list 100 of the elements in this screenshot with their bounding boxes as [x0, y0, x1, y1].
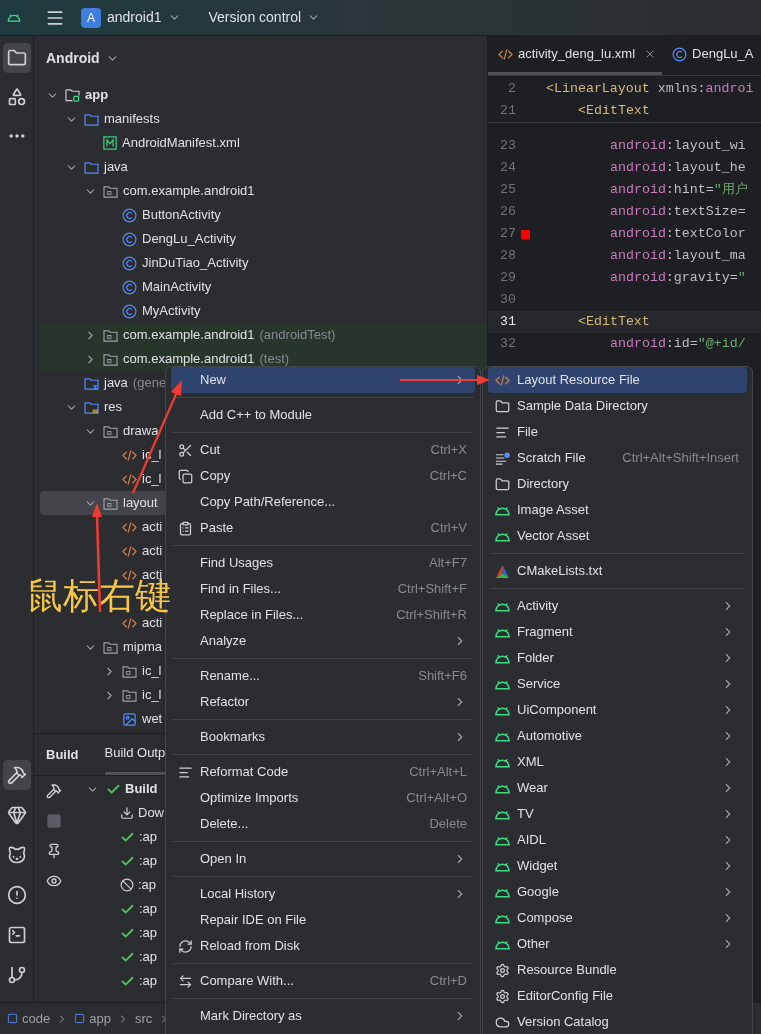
build-step: :ap	[139, 827, 158, 847]
menu-label: Open In	[200, 850, 247, 869]
code-line: android:layout_ma	[610, 247, 746, 266]
tree-label: layout	[123, 494, 158, 513]
shortcut-text: Ctrl+D	[429, 972, 467, 991]
menu-label: Replace in Files...	[200, 606, 304, 625]
line-number: 23	[499, 137, 516, 156]
menu-label: Analyze	[200, 632, 247, 651]
tree-label: res	[104, 398, 123, 417]
code-line: android:layout_he	[610, 159, 746, 178]
code-line: android:textColor	[610, 225, 746, 244]
menu-label: Folder	[517, 649, 554, 668]
line-number: 26	[499, 203, 516, 222]
menu-label: CMakeLists.txt	[517, 562, 603, 581]
menu-label: Find in Files...	[200, 580, 281, 599]
menu-label: Wear	[517, 779, 548, 798]
menu-label: Sample Data Directory	[517, 397, 648, 416]
shortcut-text: Shift+F6	[418, 667, 467, 686]
line-number: 27	[499, 225, 516, 244]
menu-label: Optimize Imports	[200, 789, 299, 808]
line-number: 2	[507, 80, 516, 99]
menu-label: Add C++ to Module	[200, 406, 313, 425]
menu-label: Reformat Code	[200, 763, 289, 782]
shortcut-text: Alt+F7	[429, 554, 467, 573]
shortcut-text: Ctrl+Shift+R	[396, 606, 467, 625]
menu-label: Refactor	[200, 693, 250, 712]
tree-suffix: (gene	[132, 374, 167, 393]
tree-label: ic_l	[142, 470, 162, 489]
menu-label: Repair IDE on File	[200, 911, 307, 930]
tree-suffix: (test)	[259, 350, 290, 369]
tree-label: wet	[142, 710, 163, 729]
build-step: :ap	[139, 947, 158, 967]
shortcut-text: Ctrl+V	[430, 519, 467, 538]
menu-label: Reload from Disk	[200, 937, 300, 956]
shortcut-text: Ctrl+C	[429, 467, 467, 486]
code-line: <EditText	[578, 102, 650, 121]
tree-label: java	[104, 158, 128, 177]
shortcut-text: Ctrl+Alt+L	[409, 763, 467, 782]
menu-label: Bookmarks	[200, 728, 266, 747]
line-number: 28	[499, 247, 516, 266]
menu-label: UiComponent	[517, 701, 597, 720]
code-line: android:textSize=	[610, 203, 746, 222]
tree-label: acti	[142, 614, 163, 633]
menu-label: Fragment	[517, 623, 573, 642]
build-step: Dow	[138, 803, 164, 823]
tree-label: ic_l	[142, 662, 162, 681]
line-number: 31	[499, 313, 516, 332]
menu-label: Vector Asset	[517, 527, 590, 546]
menu-label: Find Usages	[200, 554, 273, 573]
tree-label: mipma	[123, 638, 162, 657]
menu-label: New	[200, 371, 226, 390]
tree-label: app	[85, 86, 109, 105]
menu-label: EditorConfig File	[517, 987, 614, 1006]
shortcut-text: Delete	[429, 815, 467, 834]
menu-label: Google	[517, 883, 559, 902]
menu-label: Copy	[200, 467, 231, 486]
tree-label: JinDuTiao_Activity	[142, 254, 249, 273]
tree-label: java	[104, 374, 128, 393]
menu-label: Paste	[200, 519, 234, 538]
menu-label: Local History	[200, 885, 276, 904]
tree-label: MyActivity	[142, 302, 201, 321]
line-number: 30	[499, 291, 516, 310]
menu-label: Automotive	[517, 727, 583, 746]
code-line: <EditText	[578, 313, 650, 332]
menu-label: Copy Path/Reference...	[200, 493, 336, 512]
menu-label: Resource Bundle	[517, 961, 617, 980]
line-number: 25	[499, 181, 516, 200]
build-step: :ap	[139, 923, 158, 943]
tree-label: ic_l	[142, 686, 162, 705]
tree-label: acti	[142, 542, 163, 561]
menu-label: Service	[517, 675, 561, 694]
tree-label: drawa	[123, 422, 159, 441]
shortcut-text: Ctrl+Alt+O	[406, 789, 467, 808]
menu-label: Cut	[200, 441, 221, 460]
shortcut-text: Ctrl+Alt+Shift+Insert	[622, 449, 739, 468]
line-number: 32	[499, 335, 516, 354]
menu-label: Compare With...	[200, 972, 294, 991]
menu-label: XML	[517, 753, 544, 772]
tree-suffix: (androidTest)	[259, 326, 336, 345]
panel-title: Build	[46, 745, 79, 764]
tree-label: MainActivity	[142, 278, 212, 297]
menu-label: AIDL	[517, 831, 546, 850]
build-step: :ap	[139, 899, 158, 919]
menu-label: Delete...	[200, 815, 249, 834]
tree-label: acti	[142, 518, 163, 537]
menu-label: Rename...	[200, 667, 260, 686]
project-badge: A	[81, 7, 101, 28]
tree-label: com.example.android1	[123, 350, 255, 369]
build-step: Build	[125, 779, 158, 799]
menu-label: Version Catalog	[517, 1013, 609, 1032]
tree-label: DengLu_Activity	[142, 230, 236, 249]
code-line: <LinearLayout xmlns:androi	[546, 80, 754, 99]
code-line: android:hint="用户	[610, 181, 748, 200]
tree-label: ButtonActivity	[142, 206, 221, 225]
build-step: :ap	[139, 851, 158, 871]
menu-label: TV	[517, 805, 534, 824]
menu-label: Other	[517, 935, 550, 954]
line-number: 29	[499, 269, 516, 288]
tree-label: AndroidManifest.xml	[122, 134, 240, 153]
menu-label: Layout Resource File	[517, 371, 640, 390]
